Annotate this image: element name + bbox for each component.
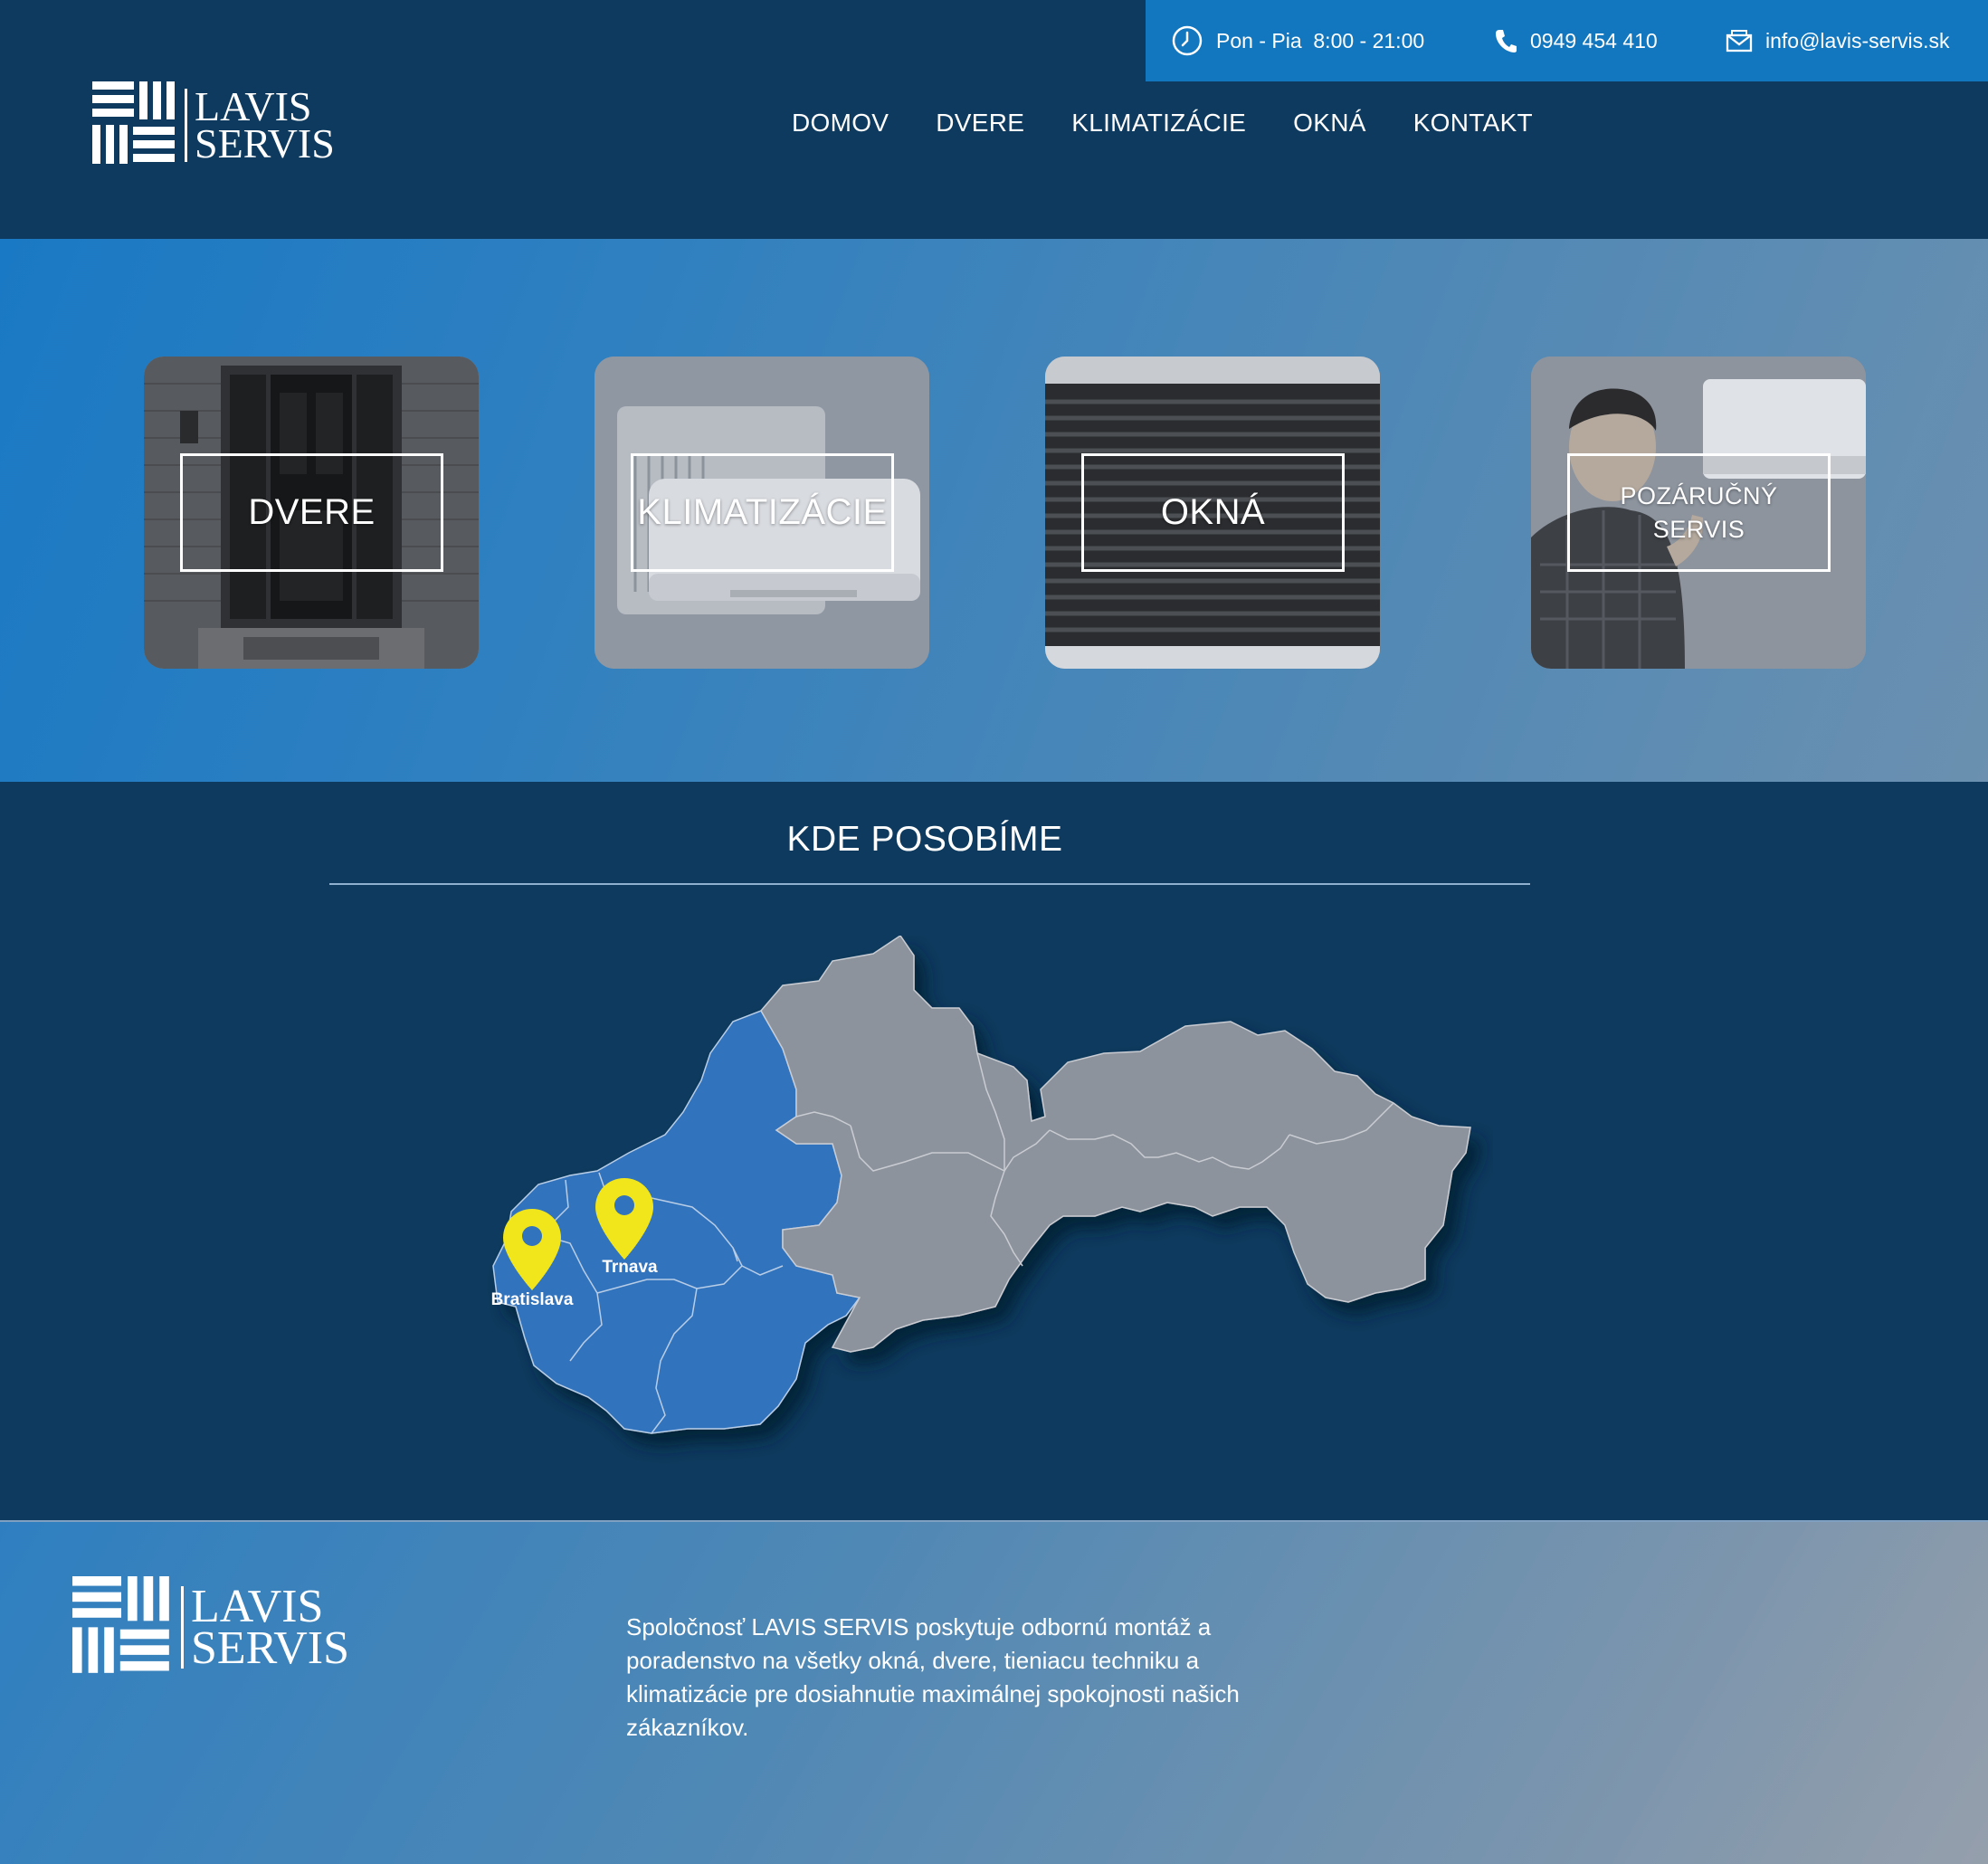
coverage-title: KDE POSOBÍME: [786, 820, 1063, 859]
service-label-okna: OKNÁ: [1081, 453, 1345, 572]
company-description: Spoločnosť LAVIS SERVIS poskytuje odborn…: [626, 1613, 1240, 1741]
phone-icon: [1494, 28, 1517, 53]
service-label-text: POZÁRUČNÝ SERVIS: [1620, 482, 1778, 543]
contact-bar: Pon - Pia 8:00 - 21:00 0949 454 410 info…: [1146, 0, 1988, 81]
region-north-central: [760, 936, 1471, 1353]
logo-mark-icon: [72, 1576, 170, 1679]
city-label-trnava: Trnava: [602, 1258, 658, 1277]
opening-hours: Pon - Pia 8:00 - 21:00: [1171, 0, 1424, 81]
footer-logo[interactable]: LAVIS SERVIS: [72, 1576, 349, 1679]
nav-domov[interactable]: DOMOV: [792, 109, 889, 138]
slovakia-map: Bratislava Trnava: [491, 936, 1471, 1434]
nav-klimatizacie[interactable]: KLIMATIZÁCIE: [1071, 109, 1246, 138]
mail-icon: [1726, 29, 1753, 52]
services-section: DVERE KLIMATIZÁCIE OKNÁ POZÁRUČNÝ SERVIS: [0, 239, 1988, 782]
title-divider: [329, 883, 1530, 885]
nav-kontakt[interactable]: KONTAKT: [1413, 109, 1533, 138]
service-card-pozarucny-servis[interactable]: POZÁRUČNÝ SERVIS: [1531, 357, 1866, 669]
phone-number: 0949 454 410: [1530, 28, 1658, 52]
service-card-dvere[interactable]: DVERE: [144, 357, 479, 669]
email-link[interactable]: info@lavis-servis.sk: [1726, 0, 1950, 81]
service-label-dvere: DVERE: [180, 453, 443, 572]
service-card-okna[interactable]: OKNÁ: [1045, 357, 1380, 669]
logo-line-2: SERVIS: [195, 119, 335, 166]
service-card-klimatizacie[interactable]: KLIMATIZÁCIE: [594, 357, 929, 669]
logo-mark-icon: [92, 81, 176, 169]
logo-text: LAVIS SERVIS: [185, 86, 335, 164]
opening-hours-text: Pon - Pia 8:00 - 21:00: [1216, 28, 1425, 52]
clock-icon: [1171, 24, 1203, 57]
coverage-section: KDE POSOBÍME Bratislava Trnava: [0, 782, 1988, 1520]
email-address: info@lavis-servis.sk: [1765, 28, 1950, 52]
service-label-pozarucny-servis: POZÁRUČNÝ SERVIS: [1567, 453, 1831, 572]
logo-line-2: SERVIS: [191, 1621, 349, 1674]
city-label-bratislava: Bratislava: [491, 1290, 574, 1309]
logo-text: LAVIS SERVIS: [181, 1583, 349, 1671]
header-logo[interactable]: LAVIS SERVIS: [92, 81, 335, 169]
nav-dvere[interactable]: DVERE: [936, 109, 1024, 138]
site-footer: LAVIS SERVIS Spoločnosť LAVIS SERVIS pos…: [0, 1520, 1988, 1864]
service-label-klimatizacie: KLIMATIZÁCIE: [631, 453, 894, 572]
site-header: Pon - Pia 8:00 - 21:00 0949 454 410 info…: [0, 0, 1988, 239]
main-nav: DOMOV DVERE KLIMATIZÁCIE OKNÁ KONTAKT: [792, 109, 1533, 138]
nav-okna[interactable]: OKNÁ: [1293, 109, 1366, 138]
phone-link[interactable]: 0949 454 410: [1494, 0, 1658, 81]
